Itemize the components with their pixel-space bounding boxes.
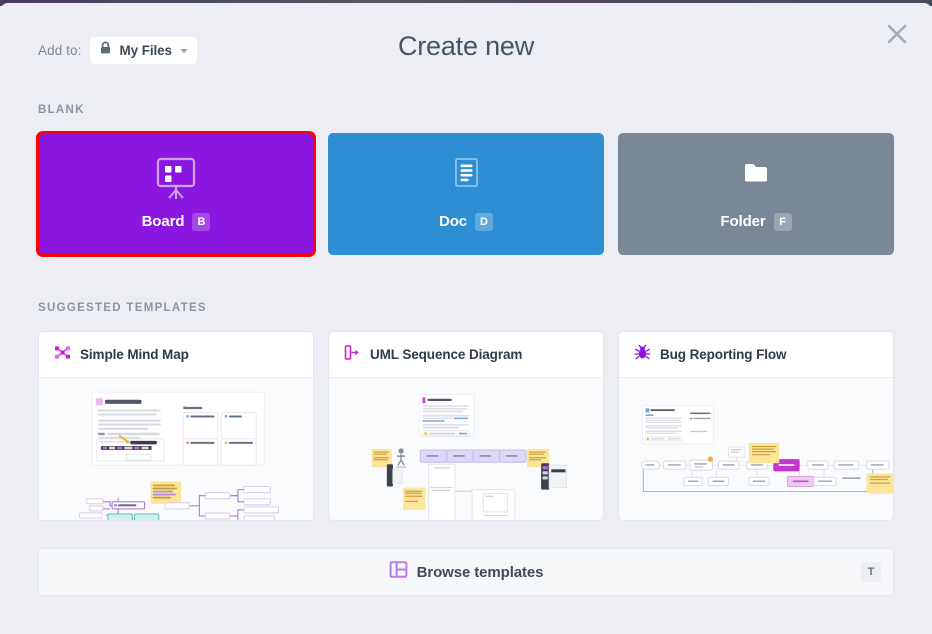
template-card-uml-sequence-diagram[interactable]: UML Sequence Diagram [328,331,604,521]
page-title: Create new [397,31,535,61]
bug-icon [634,344,651,366]
mind-map-icon [54,344,71,366]
browse-templates-shortcut-badge: T [861,562,881,582]
board-shortcut-badge: B [192,212,211,231]
board-label-row: Board B [141,212,211,231]
template-name: Simple Mind Map [80,347,189,362]
layout-grid-icon [389,560,408,584]
template-thumbnail-uml-sequence-diagram [329,378,603,520]
template-name: UML Sequence Diagram [370,347,523,362]
browse-templates-button[interactable]: Browse templates T [38,548,894,596]
folder-icon [730,156,782,204]
template-thumbnail-bug-reporting-flow [619,378,893,520]
create-new-dialog: Add to: My Files Create new BLANK Board … [0,3,932,631]
template-card-bug-reporting-flow[interactable]: Bug Reporting Flow [618,331,894,521]
template-header: UML Sequence Diagram [329,332,603,378]
template-thumbnail-simple-mind-map [39,378,313,520]
create-board-card[interactable]: Board B [36,131,316,257]
create-doc-card[interactable]: Doc D [328,133,604,255]
template-card-simple-mind-map[interactable]: Simple Mind Map [38,331,314,521]
uml-sequence-icon [344,344,361,366]
folder-label: Folder [720,213,766,230]
doc-shortcut-badge: D [475,212,494,231]
template-header: Simple Mind Map [39,332,313,378]
dialog-header: Add to: My Files Create new [0,3,932,95]
suggested-templates-row: Simple Mind Map UML Sequence Diagram Bug… [38,331,894,521]
folder-shortcut-badge: F [773,212,792,231]
blank-cards-row: Board B Doc D Folder F [36,131,894,257]
template-header: Bug Reporting Flow [619,332,893,378]
doc-label-row: Doc D [438,212,494,231]
browse-templates-label: Browse templates [416,563,544,581]
template-name: Bug Reporting Flow [660,347,787,362]
create-folder-card[interactable]: Folder F [618,133,894,255]
close-button[interactable] [876,15,918,57]
close-icon [884,21,910,52]
whiteboard-icon [150,156,202,204]
document-icon [440,156,492,204]
section-label-suggested-templates: SUGGESTED TEMPLATES [38,302,207,314]
doc-label: Doc [438,213,468,230]
board-label: Board [141,213,185,230]
folder-label-row: Folder F [720,212,792,231]
section-label-blank: BLANK [38,104,85,116]
